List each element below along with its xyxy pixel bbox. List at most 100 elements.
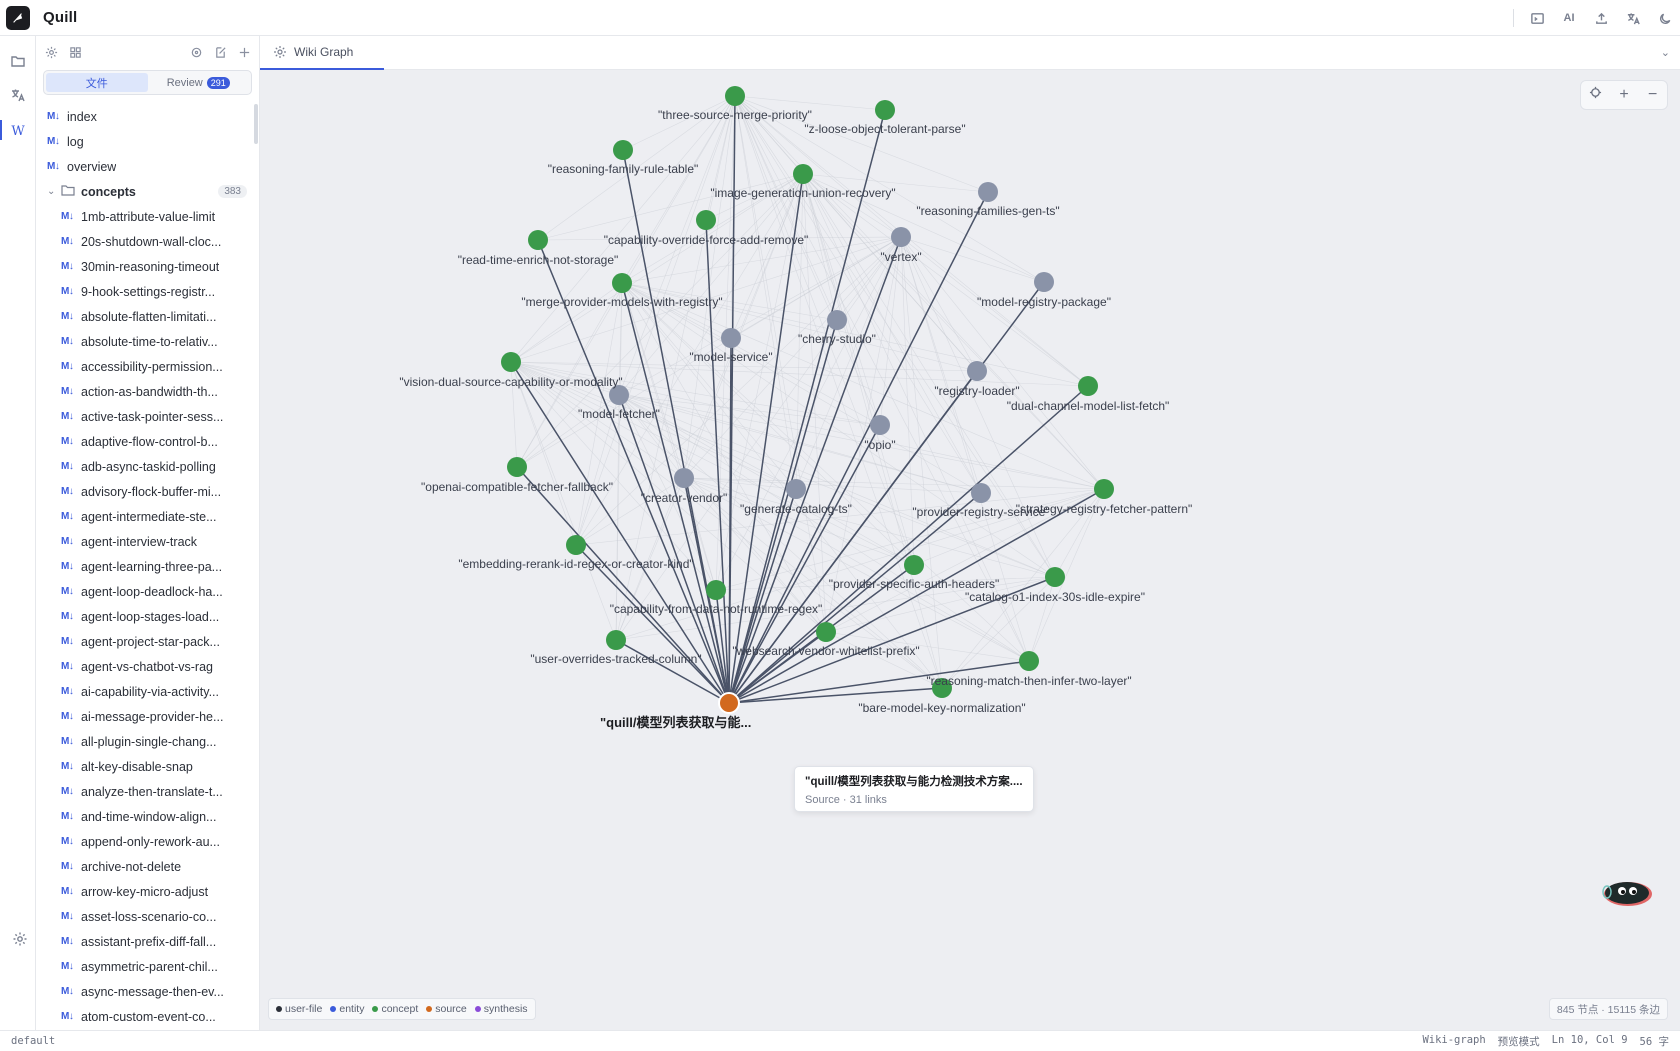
entity-node[interactable] (786, 479, 806, 499)
chevron-down-icon[interactable]: ⌄ (1661, 46, 1670, 59)
entity-node[interactable] (978, 182, 998, 202)
entity-node[interactable] (827, 310, 847, 330)
graph-svg[interactable]: "three-source-merge-priority""z-loose-ob… (260, 70, 1680, 1030)
concept-node[interactable] (1078, 376, 1098, 396)
tab-wiki-graph[interactable]: Wiki Graph (260, 36, 384, 70)
entity-node[interactable] (870, 415, 890, 435)
concept-node[interactable] (507, 457, 527, 477)
concept-node[interactable] (706, 580, 726, 600)
file-item[interactable]: M↓ overview (36, 154, 259, 179)
concept-node[interactable] (696, 210, 716, 230)
entity-node[interactable] (971, 483, 991, 503)
file-item[interactable]: M↓ agent-intermediate-ste... (36, 504, 259, 529)
file-item[interactable]: M↓ log (36, 129, 259, 154)
concept-node[interactable] (528, 230, 548, 250)
file-item[interactable]: M↓ agent-loop-deadlock-ha... (36, 579, 259, 604)
mascot-icon[interactable] (1600, 880, 1654, 908)
locate-icon[interactable] (189, 45, 203, 59)
concept-node[interactable] (566, 535, 586, 555)
new-note-icon[interactable] (213, 45, 227, 59)
tab-review[interactable]: Review 291 (148, 73, 250, 92)
file-item[interactable]: M↓ adb-async-taskid-polling (36, 454, 259, 479)
concept-node[interactable] (725, 86, 745, 106)
graph-settings-icon[interactable] (44, 45, 58, 59)
concept-node[interactable] (904, 555, 924, 575)
file-item[interactable]: M↓ 1mb-attribute-value-limit (36, 204, 259, 229)
folder-icon[interactable] (7, 50, 29, 72)
file-item[interactable]: M↓ agent-loop-stages-load... (36, 604, 259, 629)
add-icon[interactable] (237, 45, 251, 59)
file-name: alt-key-disable-snap (81, 759, 193, 774)
zoom-in-button[interactable]: + (1613, 86, 1635, 104)
concept-node[interactable] (793, 164, 813, 184)
file-item[interactable]: M↓ adaptive-flow-control-b... (36, 429, 259, 454)
file-item[interactable]: M↓ agent-vs-chatbot-vs-rag (36, 654, 259, 679)
graph-labels: "three-source-merge-priority""z-loose-ob… (399, 108, 1192, 730)
graph-stats: 845 节点 · 15115 条边 (1548, 998, 1668, 1020)
file-name: ai-capability-via-activity... (81, 684, 220, 699)
concept-node[interactable] (501, 352, 521, 372)
translate-icon[interactable] (1624, 9, 1642, 27)
dark-mode-icon[interactable] (1656, 9, 1674, 27)
terminal-icon[interactable] (1528, 9, 1546, 27)
concept-node[interactable] (606, 630, 626, 650)
concept-node[interactable] (1045, 567, 1065, 587)
concept-node[interactable] (816, 622, 836, 642)
entity-node[interactable] (967, 361, 987, 381)
concept-node[interactable] (613, 140, 633, 160)
file-item[interactable]: M↓ 30min-reasoning-timeout (36, 254, 259, 279)
concept-node[interactable] (875, 100, 895, 120)
entity-node[interactable] (1034, 272, 1054, 292)
source-edge (615, 639, 730, 704)
file-item[interactable]: M↓ accessibility-permission... (36, 354, 259, 379)
tab-files[interactable]: 文件 (46, 73, 148, 92)
zoom-out-button[interactable]: − (1642, 86, 1664, 104)
source-node[interactable] (718, 692, 740, 714)
folder-concepts[interactable]: ⌄ concepts 383 (36, 179, 259, 204)
concept-node[interactable] (1094, 479, 1114, 499)
grid-view-icon[interactable] (68, 45, 82, 59)
concept-node[interactable] (612, 273, 632, 293)
concept-node[interactable] (1019, 651, 1039, 671)
file-item[interactable]: M↓ agent-learning-three-pa... (36, 554, 259, 579)
file-item[interactable]: M↓ asset-loss-scenario-co... (36, 904, 259, 929)
entity-node[interactable] (674, 468, 694, 488)
recenter-button[interactable] (1584, 86, 1606, 104)
file-item[interactable]: M↓ agent-interview-track (36, 529, 259, 554)
entity-node[interactable] (721, 328, 741, 348)
file-item[interactable]: M↓ absolute-flatten-limitati... (36, 304, 259, 329)
file-item[interactable]: M↓ assistant-prefix-diff-fall... (36, 929, 259, 954)
file-item[interactable]: M↓ advisory-flock-buffer-mi... (36, 479, 259, 504)
entity-node[interactable] (891, 227, 911, 247)
file-item[interactable]: M↓ ai-capability-via-activity... (36, 679, 259, 704)
file-item[interactable]: M↓ ai-message-provider-he... (36, 704, 259, 729)
markdown-icon: M↓ (61, 236, 74, 247)
file-name: index (67, 109, 97, 124)
file-item[interactable]: M↓ arrow-key-micro-adjust (36, 879, 259, 904)
translate-activity-icon[interactable] (7, 84, 29, 106)
file-item[interactable]: M↓ 20s-shutdown-wall-cloc... (36, 229, 259, 254)
file-item[interactable]: M↓ atom-custom-event-co... (36, 1004, 259, 1029)
ai-icon[interactable]: AI (1560, 9, 1578, 27)
file-item[interactable]: M↓ absolute-time-to-relativ... (36, 329, 259, 354)
file-item[interactable]: M↓ and-time-window-align... (36, 804, 259, 829)
wiki-graph-canvas[interactable]: "three-source-merge-priority" "z-loose-ob… (260, 70, 1680, 1030)
file-item[interactable]: M↓ 9-hook-settings-registr... (36, 279, 259, 304)
file-item[interactable]: M↓ index (36, 104, 259, 129)
wiki-icon[interactable]: W (7, 120, 29, 142)
file-item[interactable]: M↓ asymmetric-parent-chil... (36, 954, 259, 979)
file-item[interactable]: M↓ async-message-then-ev... (36, 979, 259, 1004)
markdown-icon: M↓ (61, 661, 74, 672)
background-edge (510, 361, 577, 546)
file-item[interactable]: M↓ analyze-then-translate-t... (36, 779, 259, 804)
file-item[interactable]: M↓ archive-not-delete (36, 854, 259, 879)
file-item[interactable]: M↓ active-task-pointer-sess... (36, 404, 259, 429)
file-item[interactable]: M↓ action-as-bandwidth-th... (36, 379, 259, 404)
file-item[interactable]: M↓ append-only-rework-au... (36, 829, 259, 854)
sidebar-scrollbar[interactable] (254, 104, 258, 144)
file-item[interactable]: M↓ alt-key-disable-snap (36, 754, 259, 779)
settings-gear-icon[interactable] (9, 928, 31, 950)
upload-icon[interactable] (1592, 9, 1610, 27)
file-item[interactable]: M↓ agent-project-star-pack... (36, 629, 259, 654)
file-item[interactable]: M↓ all-plugin-single-chang... (36, 729, 259, 754)
